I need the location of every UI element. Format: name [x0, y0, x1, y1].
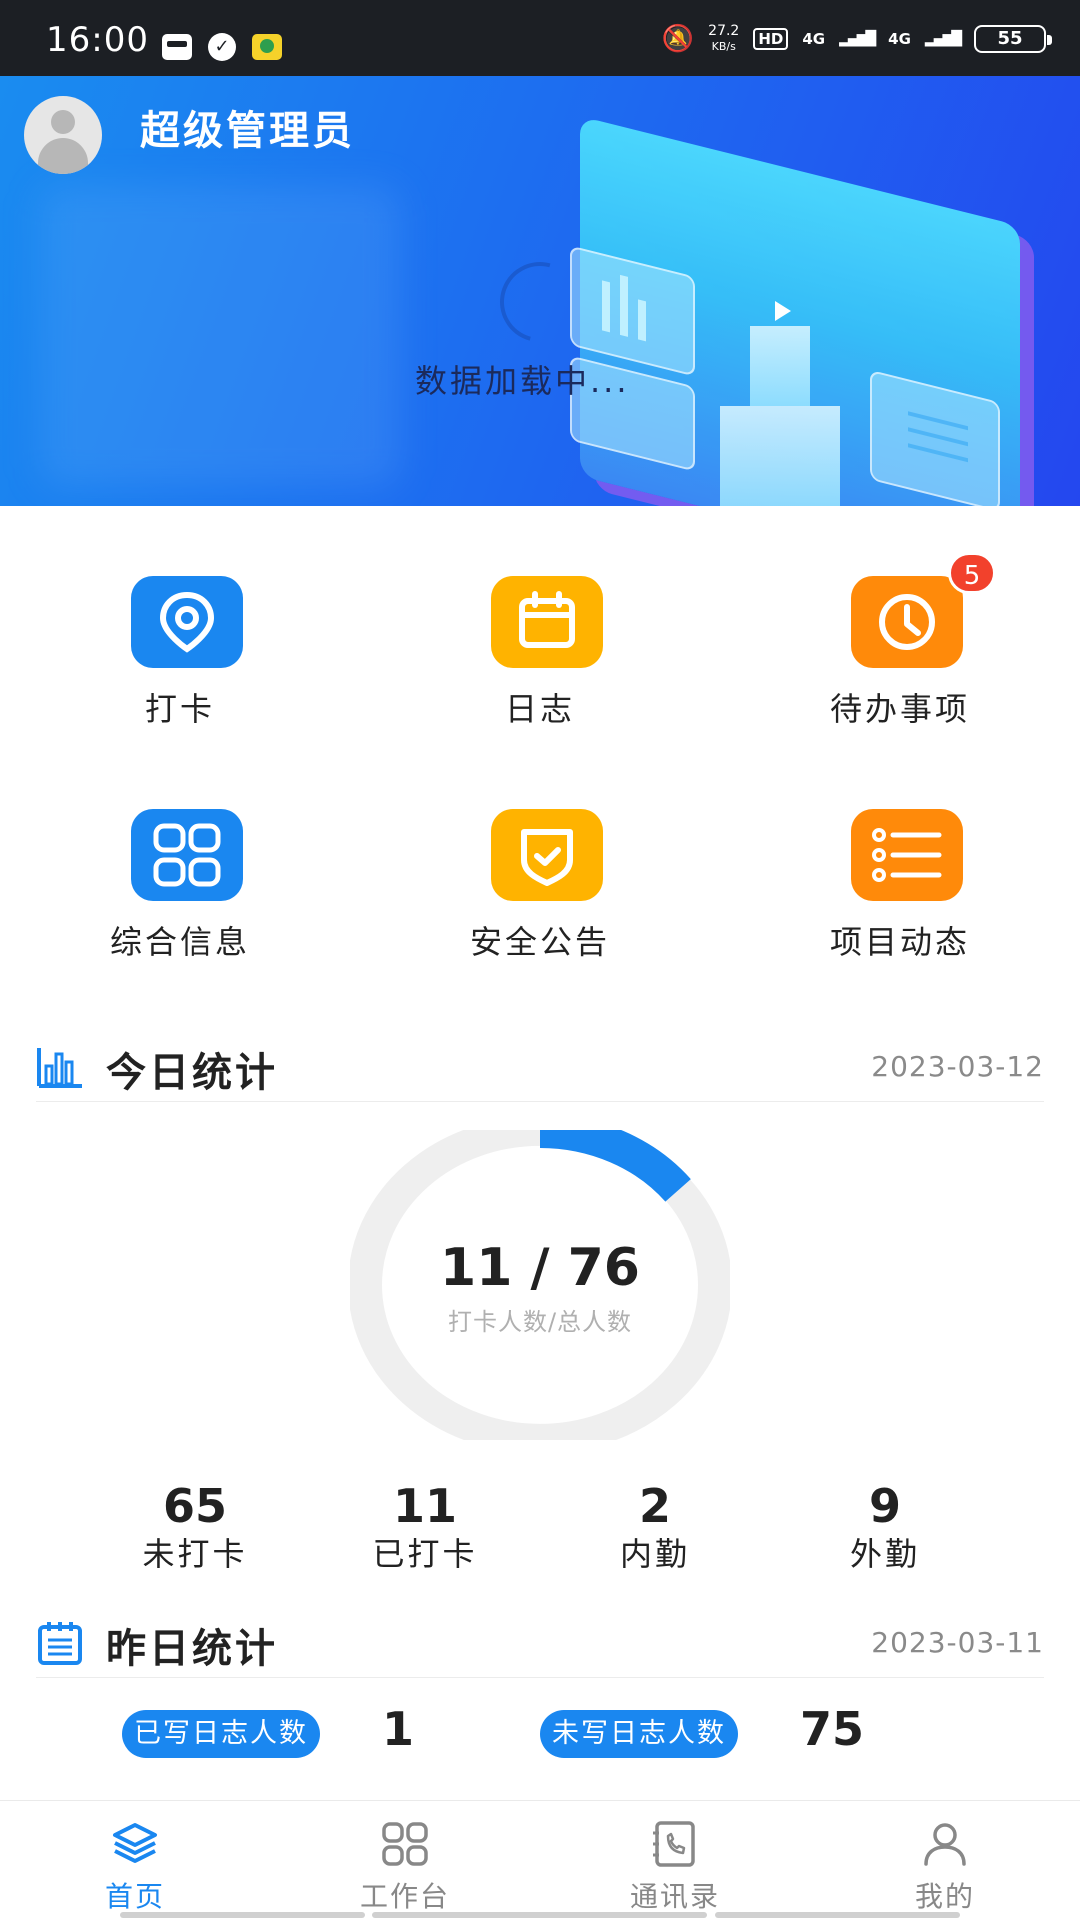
mute-icon: 🔕: [661, 24, 695, 54]
checkin-ratio-caption: 打卡人数/总人数: [447, 1308, 633, 1336]
tab-label: 首页: [104, 1880, 165, 1913]
speed-value: 27.2: [708, 23, 740, 39]
checkin-ratio: 11 / 76: [440, 1238, 640, 1298]
tab-contacts[interactable]: 通讯录: [540, 1801, 810, 1920]
home-indicator-right: [715, 1912, 960, 1918]
home-icon: [113, 1823, 157, 1863]
menu-label-info: 综合信息: [109, 923, 250, 961]
illustration-flag-icon: [775, 301, 791, 321]
user-name: 超级管理员: [140, 108, 355, 154]
menu-tile-log: [491, 576, 603, 668]
today-date: 2023-03-12: [871, 1050, 1044, 1083]
profile-icon: [924, 1823, 966, 1866]
tab-label: 我的: [914, 1880, 975, 1913]
message-box-icon: [162, 34, 192, 60]
illustration-cube-top: [750, 326, 810, 406]
stat-field: 9 外勤: [785, 1478, 985, 1574]
location-pin-icon: [159, 591, 215, 653]
menu-item-info[interactable]: 综合信息: [0, 741, 360, 976]
stat-label: 外勤: [849, 1535, 920, 1573]
illustration-cube-base: [720, 406, 840, 506]
banner-decoration: [40, 186, 400, 486]
unwritten-log-pill: 未写日志人数: [540, 1710, 738, 1758]
menu-label-log: 日志: [504, 690, 575, 728]
shield-check-icon: [521, 829, 573, 886]
stat-label: 已打卡: [372, 1535, 478, 1573]
menu-label-checkin: 打卡: [144, 690, 215, 728]
speed-unit: KB/s: [711, 40, 736, 53]
signal-icon-1: 4G: [802, 30, 826, 48]
yesterday-title: 昨日统计: [106, 1626, 278, 1672]
tab-workbench[interactable]: 工作台: [270, 1801, 540, 1920]
yesterday-section-header: 昨日统计 2023-03-11: [36, 1608, 1044, 1678]
network-speed: 27.2 KB/s: [708, 24, 739, 54]
menu-item-safety[interactable]: 安全公告: [360, 741, 720, 976]
menu-item-log[interactable]: 日志: [360, 506, 720, 741]
menu-tile-todo: [851, 576, 963, 668]
tab-label: 工作台: [359, 1880, 450, 1913]
loading-text: 数据加载中...: [415, 362, 630, 400]
signal-bars-1: ▂▄▆█: [839, 31, 876, 47]
grid-icon: [153, 823, 221, 887]
app-icon: [252, 34, 282, 60]
notepad-icon: [38, 1622, 82, 1665]
menu-label-todo: 待办事项: [829, 690, 970, 728]
avatar-head-icon: [51, 110, 75, 134]
menu-label-project: 项目动态: [829, 923, 970, 961]
yesterday-date: 2023-03-11: [871, 1626, 1044, 1659]
donut-progress-arc: [539, 1130, 691, 1202]
bottom-tab-bar: 首页 工作台 通讯录 我的: [0, 1800, 1080, 1920]
signal-icon-2: 4G: [888, 30, 911, 48]
clock-icon: [879, 594, 935, 650]
today-title: 今日统计: [106, 1050, 278, 1096]
signal-bars-2: ▂▄▆█: [924, 31, 962, 47]
stat-value: 2: [638, 1479, 671, 1533]
stat-value: 11: [392, 1479, 457, 1533]
menu-item-checkin[interactable]: 打卡: [0, 506, 360, 741]
avatar-body-icon: [38, 138, 88, 174]
calendar-icon: [519, 591, 575, 648]
stat-label: 内勤: [619, 1535, 690, 1573]
status-bar: 16:00 ✓ 🔕 27.2 KB/s HD 4G ▂▄▆█ 4G ▂▄▆█ 5…: [0, 0, 1080, 76]
menu-item-todo[interactable]: 5 待办事项: [720, 506, 1080, 741]
check-circle-icon: ✓: [208, 33, 236, 61]
list-icon: [872, 828, 942, 882]
stat-not-checked-in: 65 未打卡: [95, 1478, 295, 1574]
contacts-phone-icon: [653, 1821, 695, 1867]
menu-item-project[interactable]: 项目动态: [720, 741, 1080, 976]
avatar[interactable]: [24, 96, 102, 174]
menu-grid: 打卡 日志 5 待办事项 综合信息 安全公告 项目动态: [0, 506, 1080, 996]
menu-label-safety: 安全公告: [469, 923, 610, 961]
todo-count-badge: 5: [948, 552, 996, 594]
tab-home[interactable]: 首页: [0, 1801, 270, 1920]
stat-value: 9: [868, 1479, 901, 1533]
today-section-header: 今日统计 2023-03-12: [36, 1032, 1044, 1102]
written-log-pill: 已写日志人数: [122, 1710, 320, 1758]
menu-tile-checkin: [131, 576, 243, 668]
menu-tile-safety: [491, 809, 603, 901]
status-time: 16:00: [46, 20, 149, 60]
menu-tile-info: [131, 809, 243, 901]
home-indicator-left: [120, 1912, 365, 1918]
home-indicator-mid: [372, 1912, 707, 1918]
stat-internal: 2 内勤: [555, 1478, 755, 1574]
tab-profile[interactable]: 我的: [810, 1801, 1080, 1920]
bar-chart-icon: [37, 1048, 82, 1088]
menu-tile-project: [851, 809, 963, 901]
battery-icon: 55: [974, 25, 1052, 53]
stat-label: 未打卡: [142, 1535, 248, 1573]
status-right: 🔕 27.2 KB/s HD 4G ▂▄▆█ 4G ▂▄▆█ 55: [661, 22, 1052, 56]
written-log-count: 1: [382, 1702, 415, 1756]
tab-label: 通讯录: [629, 1880, 720, 1913]
workbench-grid-icon: [382, 1822, 428, 1866]
hd-badge: HD: [753, 28, 789, 50]
unwritten-log-count: 75: [800, 1702, 865, 1756]
stat-checked-in: 11 已打卡: [325, 1478, 525, 1574]
stat-value: 65: [162, 1479, 227, 1533]
